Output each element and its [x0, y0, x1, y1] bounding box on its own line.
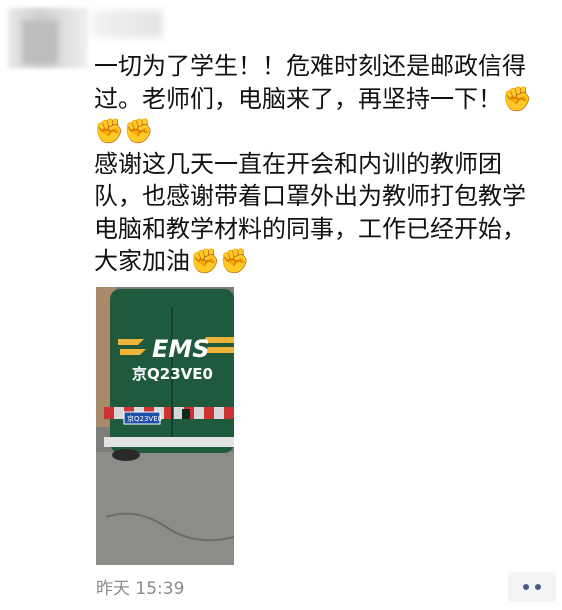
dot-icon [523, 584, 529, 590]
user-name-blurred [92, 10, 162, 38]
van-bumper [104, 437, 234, 447]
ems-logo: EMS [152, 335, 210, 363]
post-text: 一切为了学生！！危难时刻还是邮政信得过。老师们，电脑来了，再坚持一下！✊✊✊ 感… [94, 52, 532, 275]
more-actions-button[interactable] [508, 572, 556, 602]
van-tire [112, 449, 140, 461]
ems-van-photo: EMS 京Q23VE0 京Q23VE0 [96, 287, 234, 565]
post-timestamp: 昨天 15:39 [96, 579, 185, 599]
license-plate-text: 京Q23VE0 [127, 414, 162, 423]
road-ground [96, 452, 234, 565]
van-door-handle [182, 409, 190, 419]
van-plate-paint: 京Q23VE0 [132, 365, 213, 383]
post-photo[interactable]: EMS 京Q23VE0 京Q23VE0 [96, 287, 234, 565]
dot-icon [535, 584, 541, 590]
avatar-blur-overlay [22, 20, 58, 64]
